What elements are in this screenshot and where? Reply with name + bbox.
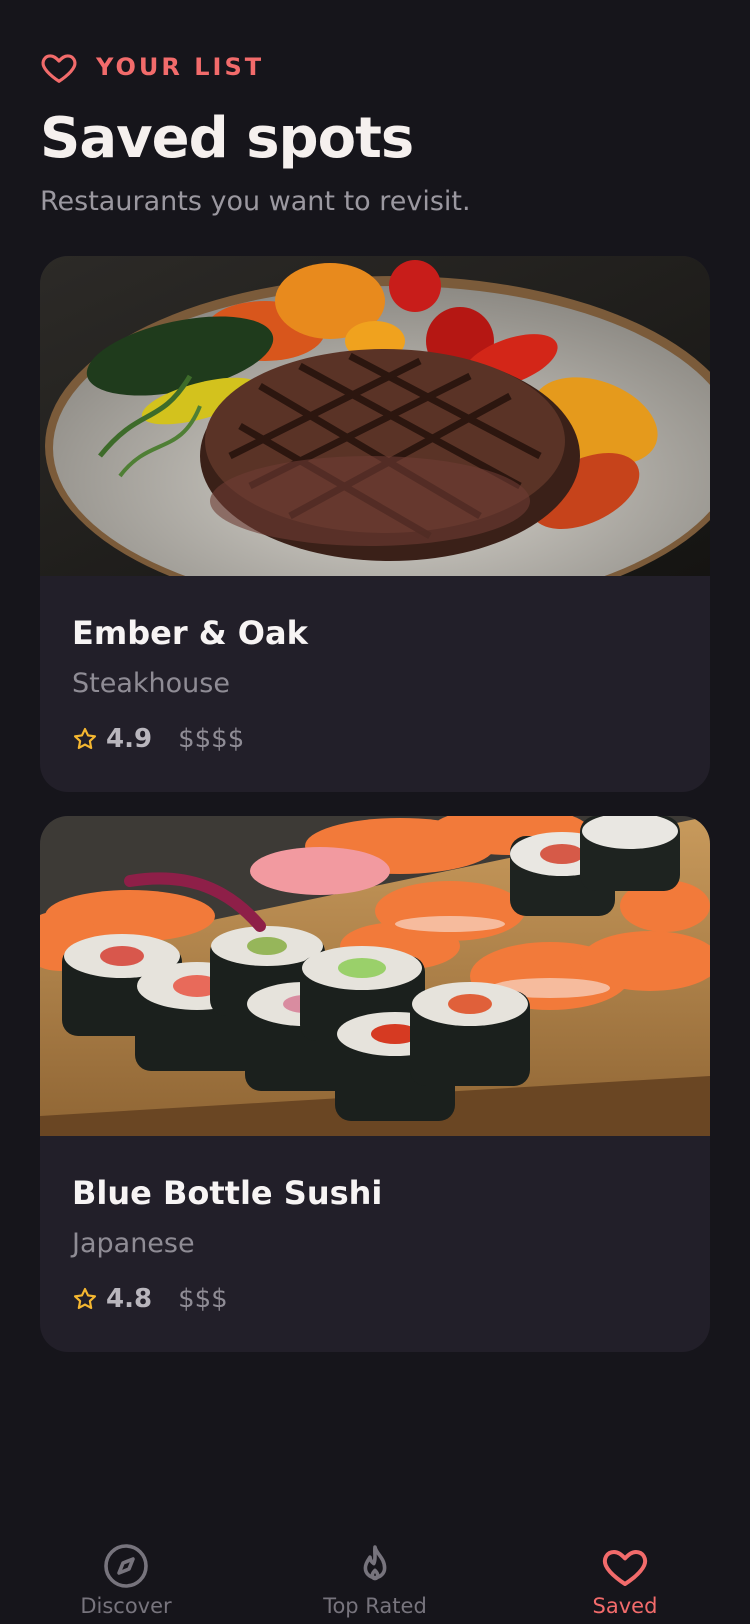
saved-spots-screen: YOUR LIST Saved spots Restaurants you wa… xyxy=(0,0,750,1624)
compass-icon xyxy=(104,1544,148,1588)
tab-saved[interactable]: Saved xyxy=(525,1520,725,1618)
page-subtitle: Restaurants you want to revisit. xyxy=(40,186,471,217)
grilled-steak-with-vegetables-photo xyxy=(40,256,710,576)
restaurant-cuisine: Japanese xyxy=(72,1228,195,1259)
tab-top-rated[interactable]: Top Rated xyxy=(275,1520,475,1618)
tab-label: Discover xyxy=(80,1594,172,1618)
restaurant-card[interactable]: Ember & Oak Steakhouse 4.9 $$$$ xyxy=(40,256,710,792)
star-icon xyxy=(73,727,97,750)
restaurant-meta: 4.9 $$$$ xyxy=(72,724,244,754)
restaurant-card[interactable]: Blue Bottle Sushi Japanese 4.8 $$$ xyxy=(40,816,710,1352)
page-title: Saved spots xyxy=(40,106,414,171)
rating-value: 4.8 xyxy=(106,1284,153,1314)
section-eyebrow: YOUR LIST xyxy=(40,48,264,86)
rating-value: 4.9 xyxy=(106,724,153,754)
restaurant-name: Blue Bottle Sushi xyxy=(72,1174,383,1212)
flame-icon xyxy=(363,1545,387,1581)
price-level: $$$ xyxy=(178,1284,228,1314)
heart-icon xyxy=(41,54,77,83)
tab-label: Saved xyxy=(592,1594,658,1618)
star-icon xyxy=(73,1287,97,1310)
eyebrow-label: YOUR LIST xyxy=(96,53,265,81)
restaurant-meta: 4.8 $$$ xyxy=(72,1284,228,1314)
heart-icon xyxy=(602,1550,648,1586)
restaurant-cuisine: Steakhouse xyxy=(72,668,230,699)
bottom-tab-bar: Discover Top Rated Saved xyxy=(0,1520,750,1624)
tab-label: Top Rated xyxy=(323,1594,427,1618)
restaurant-name: Ember & Oak xyxy=(72,614,308,652)
sushi-platter-photo xyxy=(40,816,710,1136)
price-level: $$$$ xyxy=(178,724,245,754)
tab-discover[interactable]: Discover xyxy=(26,1520,226,1618)
